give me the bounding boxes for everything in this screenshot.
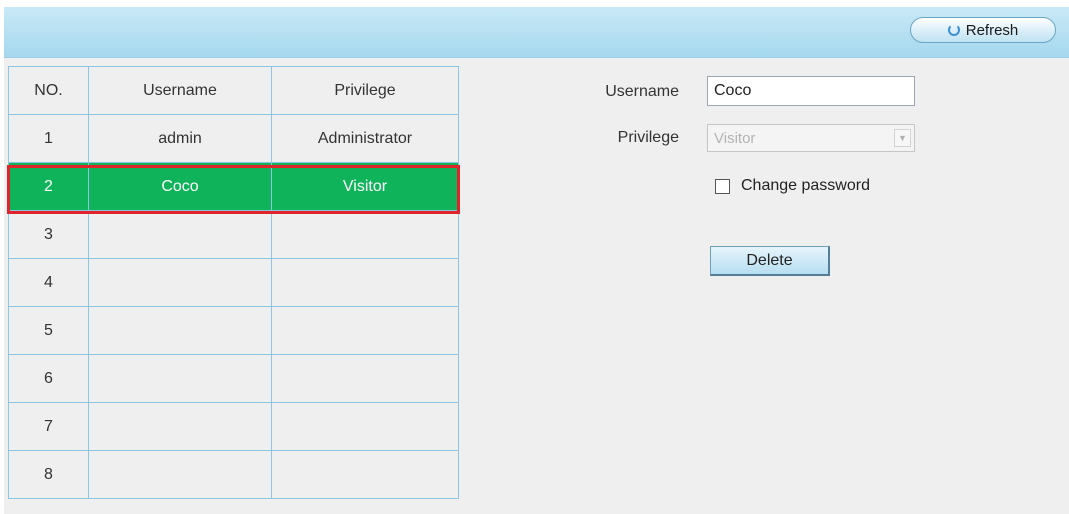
refresh-label: Refresh (965, 21, 1019, 39)
row-privilege (271, 354, 459, 403)
row-username (88, 306, 272, 355)
change-password-label[interactable]: Change password (741, 177, 870, 195)
table-header-row: NO. Username Privilege (8, 66, 459, 115)
user-table: NO. Username Privilege 1 admin Administr… (8, 66, 459, 499)
table-row[interactable]: 3 (8, 210, 459, 259)
privilege-label: Privilege (617, 129, 679, 146)
row-username (88, 210, 272, 259)
header-privilege: Privilege (271, 66, 459, 115)
row-no: 2 (8, 162, 89, 211)
table-row[interactable]: 1 admin Administrator (8, 114, 459, 163)
privilege-select[interactable]: Visitor ▼ (707, 124, 915, 152)
row-no: 6 (8, 354, 89, 403)
row-privilege (271, 306, 459, 355)
row-username: admin (88, 114, 272, 163)
refresh-icon (947, 24, 960, 36)
table-row[interactable]: 8 (8, 450, 459, 499)
row-privilege: Administrator (271, 114, 459, 163)
change-password-checkbox[interactable] (715, 179, 730, 194)
table-row[interactable]: 4 (8, 258, 459, 307)
username-label: Username (605, 83, 679, 100)
row-no: 1 (8, 114, 89, 163)
toolbar: Refresh (4, 7, 1069, 58)
row-no: 5 (8, 306, 89, 355)
row-no: 7 (8, 402, 89, 451)
row-no: 8 (8, 450, 89, 499)
header-username: Username (88, 66, 272, 115)
refresh-button[interactable]: Refresh (910, 17, 1056, 43)
row-username (88, 258, 272, 307)
row-username: Coco (88, 162, 272, 211)
table-row[interactable]: 5 (8, 306, 459, 355)
privilege-select-value: Visitor (714, 129, 756, 147)
row-privilege (271, 210, 459, 259)
row-no: 4 (8, 258, 89, 307)
delete-button[interactable]: Delete (710, 246, 830, 276)
row-privilege (271, 402, 459, 451)
user-accounts-panel: Refresh NO. Username Privilege 1 admin A… (4, 7, 1069, 514)
row-privilege (271, 258, 459, 307)
chevron-down-icon[interactable]: ▼ (894, 129, 911, 147)
table-row[interactable]: 7 (8, 402, 459, 451)
table-row-selected[interactable]: 2 Coco Visitor (8, 162, 459, 211)
row-no: 3 (8, 210, 89, 259)
row-privilege (271, 450, 459, 499)
row-username (88, 450, 272, 499)
table-row[interactable]: 6 (8, 354, 459, 403)
username-input[interactable] (707, 76, 915, 106)
row-username (88, 354, 272, 403)
row-username (88, 402, 272, 451)
header-no: NO. (8, 66, 89, 115)
row-privilege: Visitor (271, 162, 459, 211)
